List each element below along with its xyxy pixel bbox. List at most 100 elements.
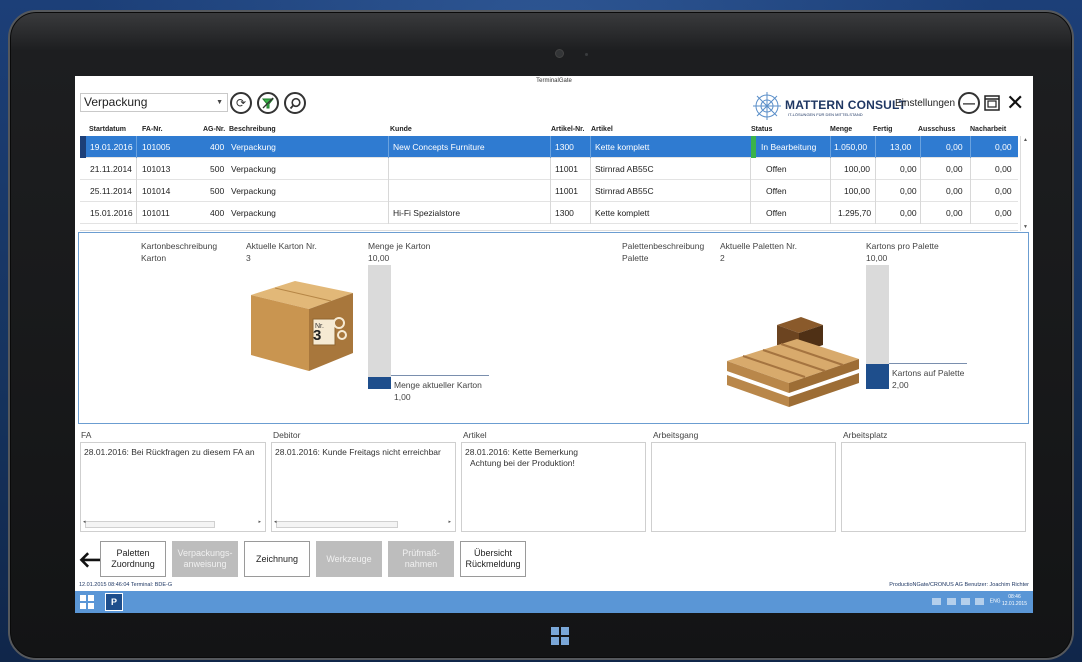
- scroll-right-icon[interactable]: ▸: [448, 517, 451, 528]
- network-icon[interactable]: [960, 597, 970, 605]
- paletten-zuordnung-button[interactable]: Paletten Zuordnung: [100, 541, 166, 577]
- scroll-right-icon[interactable]: ▸: [258, 517, 261, 528]
- box-icon: [251, 281, 353, 371]
- refresh-button[interactable]: ⟳: [230, 92, 252, 114]
- note-header-fa: FA: [81, 430, 92, 440]
- col-ausschuss[interactable]: Ausschuss: [918, 126, 955, 133]
- restore-icon: [984, 95, 1000, 111]
- scroll-up-icon[interactable]: ▲: [1023, 137, 1028, 143]
- note-text: 28.01.2016: Kette Bemerkung: [465, 447, 578, 457]
- zeichnung-button[interactable]: Zeichnung: [244, 541, 310, 577]
- paletten-desc-label: Palettenbeschreibung: [622, 241, 705, 251]
- cell-ausschuss: 0,00: [946, 142, 963, 152]
- col-kunde[interactable]: Kunde: [390, 126, 412, 133]
- col-artikel[interactable]: Artikel: [591, 126, 613, 133]
- grid-header: Startdatum FA-Nr. AG-Nr. Beschreibung Ku…: [75, 124, 1033, 136]
- col-ag-nr[interactable]: AG-Nr.: [203, 126, 225, 133]
- cell-startdatum: 21.11.2014: [90, 164, 132, 174]
- taskbar: P ENG 08:46 12.01.2015: [75, 591, 1033, 613]
- cell-fa-nr: 101005: [142, 142, 171, 152]
- start-icon[interactable]: [80, 595, 94, 609]
- scroll-left-icon[interactable]: ◂: [274, 517, 277, 528]
- werkzeuge-button[interactable]: Werkzeuge: [316, 541, 382, 577]
- cell-menge: 1.050,00: [834, 142, 868, 152]
- restore-button[interactable]: [981, 92, 1003, 114]
- minimize-button[interactable]: —: [958, 92, 980, 114]
- divider: [920, 158, 921, 180]
- note-header-artikel: Artikel: [463, 430, 487, 440]
- packing-panel: Kartonbeschreibung Karton Aktuelle Karto…: [78, 232, 1029, 424]
- kartons-pro-palette-label: Kartons pro Palette: [866, 241, 939, 251]
- keyboard-icon[interactable]: [932, 597, 942, 605]
- box-label-value: 3: [313, 327, 322, 344]
- col-status[interactable]: Status: [751, 126, 772, 133]
- status-indicator: [751, 136, 756, 158]
- note-artikel[interactable]: 28.01.2016: Kette Bemerkung Achtung bei …: [461, 442, 646, 532]
- col-fa-nr[interactable]: FA-Nr.: [142, 126, 163, 133]
- clock[interactable]: 08:46 12.01.2015: [1002, 594, 1027, 608]
- karton-level-line: [391, 375, 489, 376]
- area-select[interactable]: Verpackung ▼: [80, 93, 228, 112]
- karton-desc-label: Kartonbeschreibung: [141, 241, 218, 251]
- pallet-icon: [727, 317, 859, 407]
- pruefmassnahmen-button[interactable]: Prüfmaß-nahmen: [388, 541, 454, 577]
- table-row[interactable]: 15.01.2016 101011 400 Verpackung Hi-Fi S…: [80, 202, 1018, 224]
- karton-fill-level: [368, 376, 391, 389]
- table-row[interactable]: 21.11.2014 101013 500 Verpackung 11001 S…: [80, 158, 1018, 180]
- windows-button-icon[interactable]: [551, 627, 569, 645]
- grid-scrollbar[interactable]: ▲ ▼: [1020, 136, 1028, 231]
- volume-icon[interactable]: [975, 597, 985, 605]
- divider: [750, 202, 751, 224]
- col-menge[interactable]: Menge: [830, 126, 852, 133]
- divider: [550, 180, 551, 202]
- note-debitor[interactable]: 28.01.2016: Kunde Freitags nicht erreich…: [271, 442, 456, 532]
- language-indicator[interactable]: ENG: [990, 598, 1001, 604]
- col-beschreibung[interactable]: Beschreibung: [229, 126, 276, 133]
- menge-je-karton-label: Menge je Karton: [368, 241, 431, 251]
- divider: [830, 136, 831, 158]
- row-selection-marker: [80, 136, 86, 158]
- close-button[interactable]: ✕: [1006, 90, 1024, 116]
- divider: [136, 202, 137, 224]
- divider: [590, 136, 591, 158]
- note-scrollbar[interactable]: [85, 521, 215, 528]
- brand-tagline: IT-LÖSUNGEN FÜR DEN MITTELSTAND: [788, 112, 863, 117]
- paletten-nr-value: 2: [720, 253, 725, 263]
- note-arbeitsgang[interactable]: [651, 442, 836, 532]
- col-fertig[interactable]: Fertig: [873, 126, 892, 133]
- settings-link[interactable]: Einstellungen: [895, 98, 955, 109]
- cell-ag-nr: 400: [210, 142, 225, 152]
- brand-logo: MATTERN CONSULT IT-LÖSUNGEN FÜR DEN MITT…: [752, 91, 906, 121]
- cell-status: Offen: [766, 208, 787, 218]
- cell-artikel-nr: 11001: [555, 164, 579, 174]
- toolbar: Verpackung ▼ ⟳ MATTERN CONSULT IT-LÖSUNG…: [75, 88, 1033, 124]
- divider: [970, 158, 971, 180]
- note-arbeitsplatz[interactable]: [841, 442, 1026, 532]
- col-startdatum[interactable]: Startdatum: [89, 126, 126, 133]
- scroll-left-icon[interactable]: ◂: [83, 517, 86, 528]
- button-label: Prüfmaß-: [402, 548, 440, 558]
- divider: [830, 180, 831, 202]
- notes-section: FA 28.01.2016: Bei Rückfragen zu diesem …: [75, 426, 1033, 538]
- cell-fertig: 0,00: [900, 186, 917, 196]
- verpackungsanweisung-button[interactable]: Verpackungs-anweisung: [172, 541, 238, 577]
- flag-icon[interactable]: [946, 597, 956, 605]
- col-artikel-nr[interactable]: Artikel-Nr.: [551, 126, 584, 133]
- filter-button[interactable]: [257, 92, 279, 114]
- note-fa[interactable]: 28.01.2016: Bei Rückfragen zu diesem FA …: [80, 442, 266, 532]
- filter-icon: [261, 97, 275, 109]
- cell-menge: 100,00: [844, 164, 870, 174]
- uebersicht-rueckmeldung-button[interactable]: Übersicht Rückmeldung: [460, 541, 526, 577]
- col-nacharbeit[interactable]: Nacharbeit: [970, 126, 1006, 133]
- divider: [875, 180, 876, 202]
- scroll-down-icon[interactable]: ▼: [1023, 224, 1028, 230]
- kartons-pro-palette-value: 10,00: [866, 253, 888, 263]
- cell-fertig: 0,00: [900, 164, 917, 174]
- app-taskbar-icon[interactable]: P: [105, 593, 123, 611]
- table-row[interactable]: 19.01.2016 101005 400 Verpackung New Con…: [80, 136, 1018, 158]
- search-button[interactable]: [284, 92, 306, 114]
- note-scrollbar[interactable]: [276, 521, 398, 528]
- paletten-desc-value: Palette: [622, 253, 649, 263]
- table-row[interactable]: 25.11.2014 101014 500 Verpackung 11001 S…: [80, 180, 1018, 202]
- cell-artikel-nr: 1300: [555, 208, 574, 218]
